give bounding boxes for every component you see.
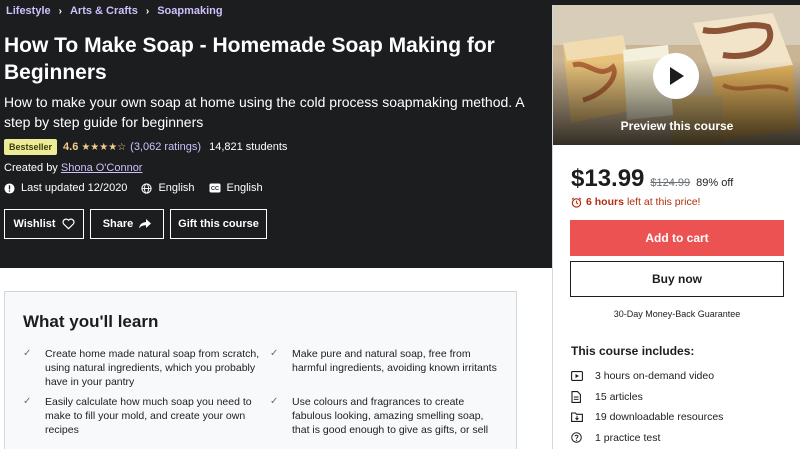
what-youll-learn: What you'll learn ✓ Create home made nat… (4, 291, 517, 449)
includes-text: 19 downloadable resources (595, 411, 724, 424)
share-label: Share (102, 218, 134, 230)
gift-label: Gift this course (178, 218, 259, 230)
last-updated-text: Last updated 12/2020 (21, 182, 128, 194)
breadcrumb-arts-crafts[interactable]: Arts & Crafts (70, 5, 138, 17)
includes-text: 1 practice test (595, 431, 661, 444)
rating-row: Bestseller 4.6 ★★★★☆ (3,062 ratings) 14,… (4, 139, 287, 155)
includes-text: 15 articles (595, 390, 643, 403)
includes-title: This course includes: (571, 344, 695, 358)
captions: CC English (209, 182, 263, 194)
gift-course-button[interactable]: Gift this course (170, 209, 267, 239)
preview-label: Preview this course (620, 119, 734, 133)
course-preview[interactable]: Preview this course (553, 5, 800, 145)
help-circle-icon (571, 432, 595, 444)
file-icon (571, 390, 595, 403)
includes-text: 3 hours on-demand video (595, 370, 715, 383)
price-timer: 6 hours left at this price! (571, 196, 700, 208)
learn-item: ✓ Create home made natural soap from scr… (23, 347, 270, 389)
globe-icon (141, 182, 153, 194)
share-button[interactable]: Share (90, 209, 164, 239)
purchase-sidebar: Preview this course $13.99 $124.99 89% o… (552, 5, 800, 449)
original-price: $124.99 (650, 177, 691, 189)
price-row: $13.99 $124.99 89% off (571, 165, 733, 193)
language-text: English (158, 182, 195, 194)
course-title: How To Make Soap - Homemade Soap Making … (4, 34, 495, 84)
alarm-clock-icon (571, 196, 582, 208)
timer-text: left at this price! (626, 196, 701, 208)
learn-item-text: Create home made natural soap from scrat… (45, 348, 260, 388)
list-item: 1 practice test (571, 428, 723, 449)
share-arrow-icon (139, 219, 152, 229)
play-icon[interactable] (653, 53, 699, 99)
created-by: Created by Shona O'Connor (4, 162, 142, 174)
list-item: 3 hours on-demand video (571, 366, 723, 387)
ratings-count-link[interactable]: (3,062 ratings) (130, 141, 201, 153)
breadcrumb-soapmaking[interactable]: Soapmaking (157, 5, 222, 17)
money-back-guarantee: 30-Day Money-Back Guarantee (613, 309, 741, 319)
learn-list: ✓ Create home made natural soap from scr… (23, 347, 498, 437)
course-subtitle: How to make your own soap at home using … (4, 94, 524, 130)
action-buttons: Wishlist Share Gift this course (4, 209, 273, 239)
chevron-right-icon: › (145, 5, 150, 17)
check-icon: ✓ (270, 396, 279, 407)
captions-text: English (226, 182, 263, 194)
list-item: 19 downloadable resources (571, 407, 723, 428)
buy-now-button[interactable]: Buy now (570, 261, 784, 297)
discount-percent: 89% off (696, 177, 734, 189)
chevron-right-icon: › (58, 5, 62, 17)
add-to-cart-button[interactable]: Add to cart (570, 220, 784, 256)
bestseller-badge: Bestseller (4, 139, 58, 155)
learn-item: ✓ Use colours and fragrances to create f… (270, 395, 500, 437)
closed-captions-icon: CC (209, 183, 221, 193)
learn-item-text: Make pure and natural soap, free from ha… (292, 348, 497, 374)
rating-value: 4.6 (63, 141, 79, 153)
check-icon: ✓ (23, 396, 32, 407)
breadcrumb: Lifestyle › Arts & Crafts › Soapmaking (6, 5, 223, 17)
created-by-label: Created by (4, 162, 58, 174)
check-icon: ✓ (270, 348, 279, 359)
learn-item: ✓ Easily calculate how much soap you nee… (23, 395, 270, 437)
meta-row: Last updated 12/2020 English CC English (4, 182, 277, 194)
author-link[interactable]: Shona O'Connor (61, 162, 143, 174)
timer-hours: 6 hours (586, 196, 624, 208)
breadcrumb-lifestyle[interactable]: Lifestyle (6, 5, 51, 17)
students-count: 14,821 students (209, 141, 288, 153)
folder-download-icon (571, 412, 595, 423)
list-item: 15 articles (571, 387, 723, 408)
check-icon: ✓ (23, 348, 32, 359)
language: English (141, 182, 195, 194)
wishlist-label: Wishlist (13, 218, 56, 230)
last-updated: Last updated 12/2020 (4, 182, 127, 194)
includes-list: 3 hours on-demand video 15 articles 19 d… (571, 366, 723, 448)
learn-title: What you'll learn (23, 312, 159, 331)
learn-item: ✓ Make pure and natural soap, free from … (270, 347, 500, 389)
current-price: $13.99 (571, 165, 645, 192)
svg-text:CC: CC (211, 186, 219, 192)
alert-badge-icon (4, 182, 15, 194)
learn-item-text: Use colours and fragrances to create fab… (292, 396, 489, 436)
wishlist-button[interactable]: Wishlist (4, 209, 84, 239)
star-rating-icon: ★★★★☆ (81, 141, 127, 153)
heart-icon (62, 218, 75, 230)
video-icon (571, 371, 595, 382)
learn-item-text: Easily calculate how much soap you need … (45, 396, 252, 436)
